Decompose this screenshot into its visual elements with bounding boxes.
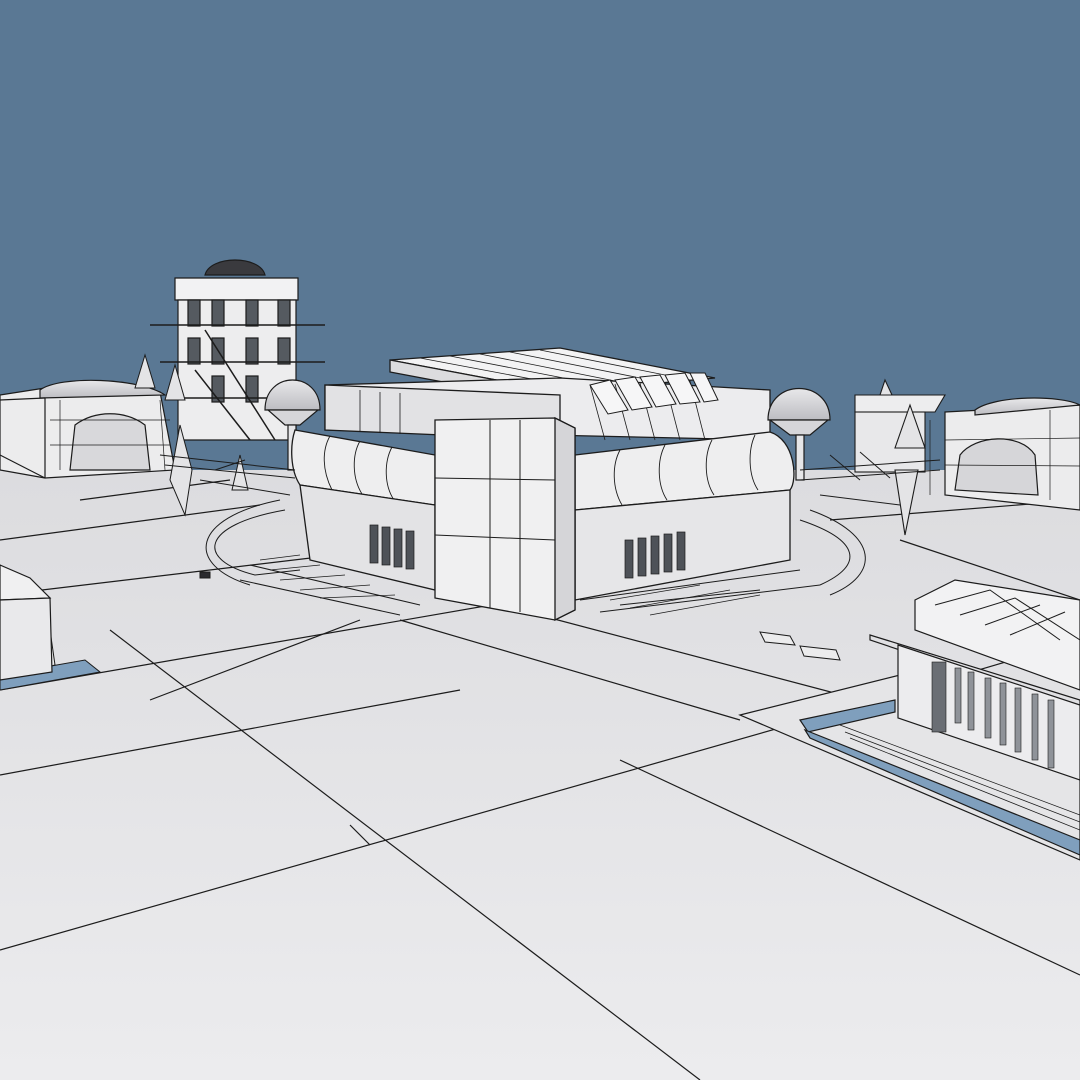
right-dome-pavilion <box>929 397 1080 511</box>
scene-render <box>0 0 1080 1080</box>
3d-viewport <box>0 0 1080 1080</box>
left-dome-pavilion <box>0 379 176 479</box>
